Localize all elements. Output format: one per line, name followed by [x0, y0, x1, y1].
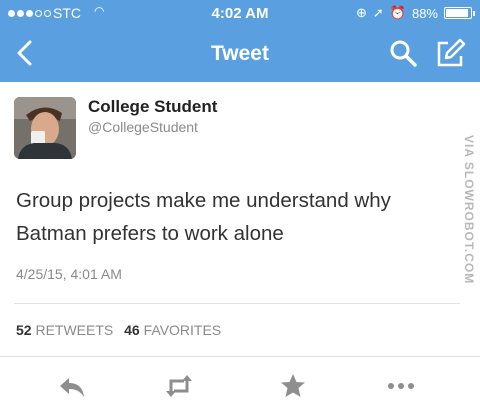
retweet-icon[interactable] [164, 371, 194, 401]
reply-icon[interactable] [57, 371, 87, 401]
favorite-count[interactable]: 46 [124, 322, 140, 338]
alarm-icon: ⏰ [389, 5, 406, 20]
compose-icon[interactable] [434, 38, 466, 70]
avatar[interactable] [14, 97, 76, 159]
header: STC ◠ 4:02 AM ⊕ ➚ ⏰ 88% Tweet [0, 0, 480, 82]
action-bar [0, 357, 480, 416]
favorites-label[interactable]: FAVORITES [144, 322, 222, 338]
rotation-lock-icon: ⊕ [355, 5, 367, 20]
tweet-timestamp: 4/25/15, 4:01 AM [16, 266, 122, 282]
retweet-count[interactable]: 52 [16, 322, 32, 338]
user-handle[interactable]: @CollegeStudent [88, 119, 198, 135]
tweet-text: Group projects make me understand why Ba… [16, 189, 391, 245]
battery-percent: 88% [411, 5, 438, 21]
more-icon[interactable] [386, 371, 416, 401]
nav-bar: Tweet [0, 28, 480, 82]
user-name[interactable]: College Student [88, 97, 217, 117]
battery-icon [444, 7, 475, 19]
favorite-icon[interactable] [278, 371, 308, 401]
watermark: VIA SLOWROBOT.COM [462, 135, 476, 285]
search-icon[interactable] [388, 38, 418, 68]
divider [14, 303, 460, 304]
status-bar: STC ◠ 4:02 AM ⊕ ➚ ⏰ 88% [0, 0, 480, 28]
retweets-label[interactable]: RETWEETS [35, 322, 113, 338]
location-icon: ➚ [372, 5, 384, 20]
tweet-stats: 52 RETWEETS 46 FAVORITES [16, 322, 221, 338]
